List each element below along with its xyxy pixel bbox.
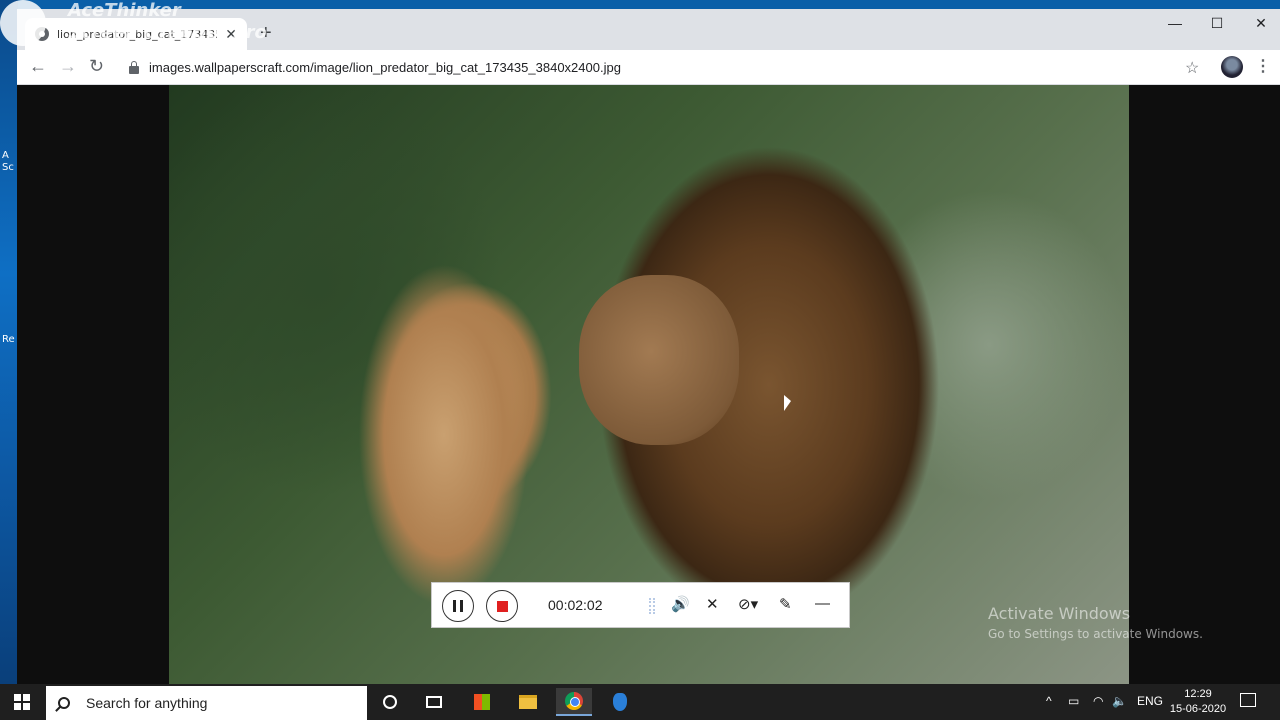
notification-center-icon[interactable]: [1240, 693, 1256, 707]
mic-muted-icon[interactable]: ✕: [706, 595, 719, 613]
recording-timer: 00:02:02: [548, 597, 603, 613]
pause-icon: [453, 600, 463, 612]
tab-close-button[interactable]: ✕: [225, 26, 237, 43]
url-text[interactable]: images.wallpaperscraft.com/image/lion_pr…: [149, 60, 621, 75]
search-icon: [58, 697, 70, 709]
recorder-app-icon: [613, 693, 627, 711]
browser-menu-button[interactable]: ⋮: [1255, 56, 1271, 76]
cortana-icon: [383, 695, 397, 709]
clock-date: 15-06-2020: [1169, 703, 1227, 715]
volume-icon[interactable]: 🔈: [1112, 694, 1127, 708]
globe-icon: [35, 27, 49, 41]
file-explorer-button[interactable]: [510, 688, 546, 716]
tab-strip: lion_predator_big_cat_173435_3840x2400.j…: [17, 9, 1280, 50]
network-icon[interactable]: ◠: [1093, 694, 1103, 708]
pen-icon[interactable]: ✎: [779, 595, 792, 613]
forward-button[interactable]: →: [59, 57, 77, 75]
pause-button[interactable]: [442, 590, 474, 622]
recording-toolbar: 00:02:02 🔊 ✕ ⊘▾ ✎ —: [431, 582, 850, 628]
mouse-cursor-icon: [784, 395, 791, 411]
activate-title: Activate Windows: [988, 604, 1131, 623]
task-view-button[interactable]: [416, 688, 452, 716]
battery-icon[interactable]: ▭: [1068, 694, 1079, 708]
minimize-toolbar-icon[interactable]: —: [815, 595, 830, 612]
audio-level-meter: [649, 598, 655, 614]
lion-face: [579, 275, 739, 445]
search-placeholder: Search for anything: [86, 695, 208, 711]
maximize-button[interactable]: ☐: [1195, 15, 1239, 32]
start-button[interactable]: [14, 694, 30, 710]
tab-title: lion_predator_big_cat_173435_3840x2400.j…: [57, 27, 217, 41]
close-window-button[interactable]: ✕: [1239, 15, 1280, 32]
bookmark-star-icon[interactable]: ☆: [1185, 58, 1199, 78]
camera-muted-icon[interactable]: ⊘▾: [738, 595, 758, 613]
folder-icon: [519, 695, 537, 709]
stop-button[interactable]: [486, 590, 518, 622]
store-icon: [474, 694, 490, 710]
language-indicator[interactable]: ENG: [1137, 694, 1163, 708]
lock-icon[interactable]: [129, 60, 139, 74]
address-bar[interactable]: images.wallpaperscraft.com/image/lion_pr…: [121, 54, 1211, 81]
taskbar-search[interactable]: Search for anything: [46, 686, 367, 720]
new-tab-button[interactable]: +: [260, 23, 272, 43]
stop-icon: [496, 600, 508, 612]
cortana-button[interactable]: [372, 688, 408, 716]
desktop-icon-label[interactable]: Re: [2, 334, 15, 345]
desktop-icon-label[interactable]: A: [2, 150, 9, 161]
back-button[interactable]: ←: [29, 57, 47, 75]
profile-avatar[interactable]: [1221, 56, 1243, 78]
browser-toolbar: ← → ↻ images.wallpaperscraft.com/image/l…: [17, 50, 1280, 85]
taskbar: Search for anything ^ ▭ ◠ 🔈 ENG 12:29 15…: [0, 684, 1280, 720]
activate-windows-notice: Activate Windows Go to Settings to activ…: [988, 604, 1203, 641]
desktop-icon-label[interactable]: Sc: [2, 162, 14, 173]
chrome-taskbar-button[interactable]: [556, 688, 592, 716]
recorder-taskbar-button[interactable]: [602, 688, 638, 716]
minimize-button[interactable]: —: [1153, 15, 1197, 31]
chrome-icon: [565, 692, 583, 710]
system-clock[interactable]: 12:29 15-06-2020: [1166, 687, 1230, 717]
task-view-icon: [426, 696, 442, 708]
speaker-icon[interactable]: 🔊: [671, 595, 690, 613]
store-button[interactable]: [464, 688, 500, 716]
browser-tab[interactable]: lion_predator_big_cat_173435_3840x2400.j…: [25, 18, 247, 50]
desktop-background: A Sc Re: [0, 0, 18, 684]
activate-subtitle: Go to Settings to activate Windows.: [988, 627, 1203, 641]
reload-button[interactable]: ↻: [89, 57, 104, 75]
clock-time: 12:29: [1184, 688, 1212, 700]
chevron-up-icon[interactable]: ^: [1046, 694, 1052, 708]
